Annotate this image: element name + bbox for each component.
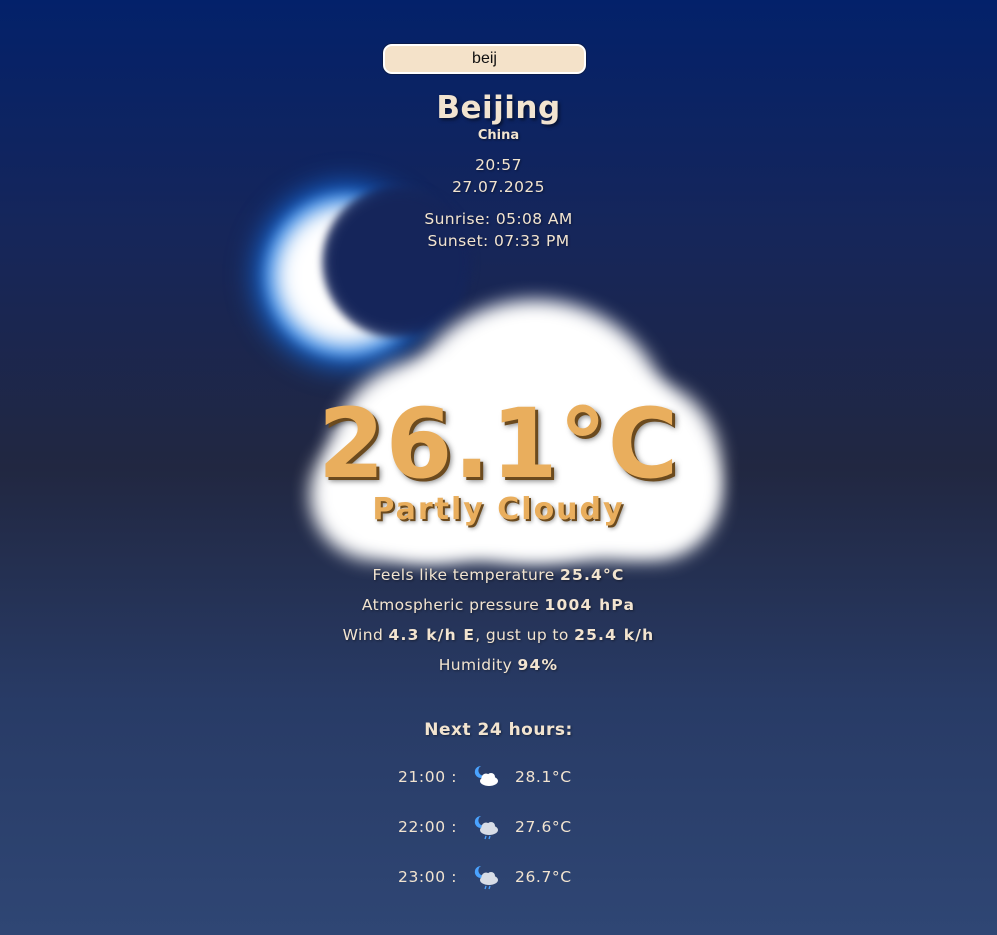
humidity-row: Humidity 94% (0, 656, 997, 674)
gust-label: , gust up to (475, 626, 569, 644)
forecast-row: 21:00 : 28.1°C (0, 762, 997, 792)
sunset-row: Sunset: 07:33 PM (0, 232, 997, 250)
sunrise-value: 05:08 AM (495, 210, 573, 228)
sunset-value: 07:33 PM (494, 232, 570, 250)
pressure-value: 1004 hPa (544, 596, 636, 614)
humidity-value: 94% (517, 656, 559, 674)
pressure-label: Atmospheric pressure (361, 596, 540, 614)
wind-row: Wind 4.3 k/h E, gust up to 25.4 k/h (0, 626, 997, 644)
forecast-time: 23:00 : (398, 868, 458, 886)
forecast-title: Next 24 hours: (424, 720, 573, 740)
moon-cloud-icon (474, 765, 498, 786)
moon-shadow (322, 186, 472, 338)
pressure-row: Atmospheric pressure 1004 hPa (0, 596, 997, 614)
local-time: 20:57 (475, 156, 522, 174)
sunrise-row: Sunrise: 05:08 AM (0, 210, 997, 228)
feels-like-value: 25.4°C (559, 566, 625, 584)
feels-like-label: Feels like temperature (372, 566, 555, 584)
sunset-label: Sunset: (427, 232, 489, 250)
forecast-temp: 27.6°C (515, 818, 572, 836)
forecast-time: 22:00 : (398, 818, 458, 836)
gust-value: 25.4 k/h (574, 626, 655, 644)
city-search-input[interactable] (383, 44, 586, 74)
wind-value: 4.3 k/h E (388, 626, 476, 644)
forecast-row: 23:00 : 26.7°C (0, 862, 997, 892)
moon-cloud-rain-icon (474, 815, 498, 840)
local-date: 27.07.2025 (452, 178, 545, 196)
sunrise-label: Sunrise: (424, 210, 491, 228)
forecast-row: 22:00 : 27.6°C (0, 812, 997, 842)
forecast-time: 21:00 : (398, 768, 458, 786)
forecast-temp: 26.7°C (515, 868, 572, 886)
humidity-label: Humidity (438, 656, 513, 674)
forecast-temp: 28.1°C (515, 768, 572, 786)
current-condition: Partly Cloudy (372, 492, 625, 527)
moon-cloud-rain-icon (474, 865, 498, 890)
wind-label: Wind (342, 626, 384, 644)
current-temperature: 26.1°C (317, 388, 680, 500)
country-name: China (477, 128, 520, 143)
feels-like-row: Feels like temperature 25.4°C (0, 566, 997, 584)
city-name: Beijing (436, 90, 561, 126)
